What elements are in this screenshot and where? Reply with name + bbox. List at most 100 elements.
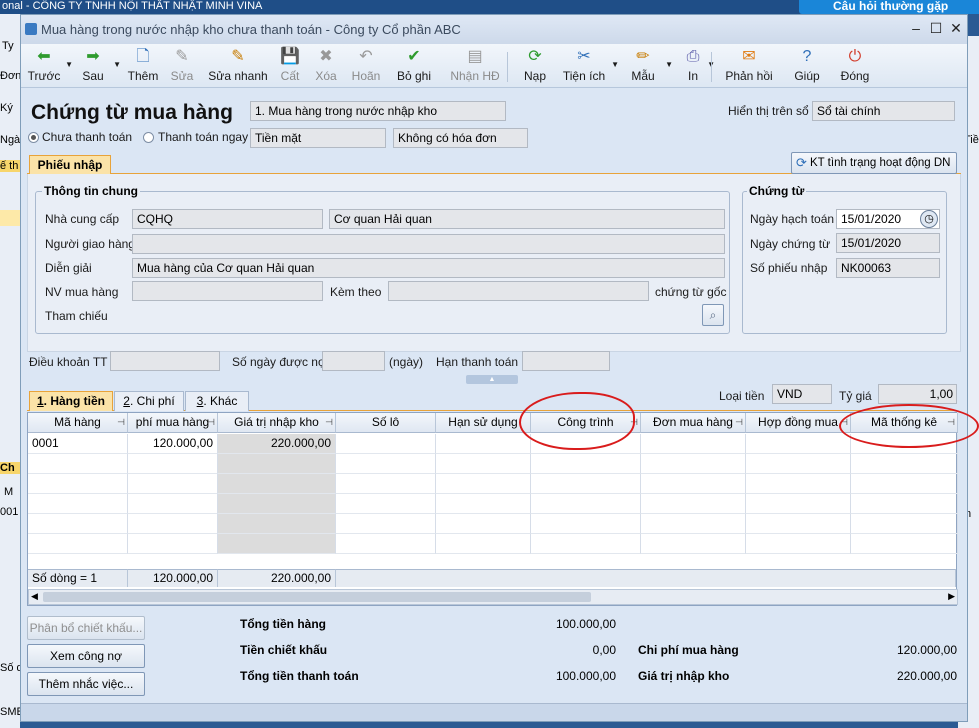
grid-cell[interactable] xyxy=(336,514,436,534)
grid-cell[interactable] xyxy=(641,434,746,454)
grid-header-6[interactable]: Đơn mua hàng ⊣ xyxy=(641,413,746,433)
pin-icon[interactable]: ⊣ xyxy=(735,413,743,432)
voucher-date-field[interactable]: 15/01/2020 xyxy=(836,233,940,253)
grid-horizontal-scrollbar[interactable]: ◀ ▶ xyxy=(28,589,958,605)
grid-cell[interactable] xyxy=(28,474,128,494)
grid-cell[interactable] xyxy=(746,514,851,534)
grid-header-7[interactable]: Hợp đồng mua ⊣ xyxy=(746,413,851,433)
grid-cell[interactable] xyxy=(851,534,958,554)
grid-cell[interactable] xyxy=(851,474,958,494)
grid-header-4[interactable]: Hạn sử dụng xyxy=(436,413,531,433)
grid-cell[interactable] xyxy=(531,514,641,534)
grid-cell[interactable] xyxy=(336,454,436,474)
check-business-status-button[interactable]: ⟳ KT tình trạng hoạt động DN xyxy=(791,152,957,174)
grid-cell[interactable] xyxy=(128,474,218,494)
grid-cell[interactable] xyxy=(28,454,128,474)
toolbar-quick-edit-button[interactable]: ✎ Sửa nhanh xyxy=(205,46,271,86)
credit-days-field[interactable] xyxy=(322,351,385,371)
grid-header-0[interactable]: Mã hàng ⊣ xyxy=(28,413,128,433)
toolbar-delete-button[interactable]: ✖ Xóa xyxy=(310,46,342,86)
grid-cell[interactable] xyxy=(218,474,336,494)
grid-cell[interactable] xyxy=(436,514,531,534)
toolbar-receive-invoice-button[interactable]: ▤ Nhận HĐ xyxy=(446,46,504,86)
toolbar-unpost-button[interactable]: ✔ Bỏ ghi xyxy=(391,46,437,86)
toolbar-arrow-left-button[interactable]: ⬅ Trước ▼ xyxy=(23,46,73,86)
grid-cell[interactable] xyxy=(851,494,958,514)
close-icon[interactable]: ✕ xyxy=(947,21,965,37)
grid-cell[interactable] xyxy=(128,534,218,554)
toolbar-close-power-button[interactable]: ⏻ Đóng xyxy=(833,46,877,86)
grid-cell[interactable] xyxy=(28,514,128,534)
grid-cell[interactable] xyxy=(641,454,746,474)
grid-cell[interactable] xyxy=(851,454,958,474)
collapse-toggle[interactable]: ▲ xyxy=(466,375,518,384)
pin-icon[interactable]: ⊣ xyxy=(117,413,125,432)
grid-cell[interactable]: 0001 xyxy=(28,434,128,454)
dropdown-arrow-icon[interactable]: ▼ xyxy=(665,60,673,69)
grid-cell[interactable] xyxy=(28,494,128,514)
grid-cell[interactable] xyxy=(436,474,531,494)
grid-header-1[interactable]: phí mua hàng ⊣ xyxy=(128,413,218,433)
show-in-book-select[interactable]: Sổ tài chính xyxy=(812,101,955,121)
grid-cell[interactable] xyxy=(128,454,218,474)
deliverer-field[interactable] xyxy=(132,234,725,254)
add-reminder-button[interactable]: Thêm nhắc việc... xyxy=(27,672,145,696)
tab-khac[interactable]: 3. Khác xyxy=(185,391,249,411)
pin-icon[interactable]: ⊣ xyxy=(325,413,333,432)
pay-now-radio[interactable] xyxy=(143,132,154,143)
grid-cell[interactable] xyxy=(746,534,851,554)
pin-icon[interactable]: ⊣ xyxy=(947,413,955,432)
grid-cell[interactable] xyxy=(436,494,531,514)
toolbar-utilities-button[interactable]: ✂ Tiện ích ▼ xyxy=(557,46,619,86)
toolbar-arrow-right-button[interactable]: ➡ Sau ▼ xyxy=(73,46,121,86)
grid-header-5[interactable]: Công trình ⊣ xyxy=(531,413,641,433)
tab-hang-tien[interactable]: 1. Hàng tiền xyxy=(29,391,113,411)
grid-cell[interactable] xyxy=(641,534,746,554)
toolbar-help-button[interactable]: ? Giúp xyxy=(789,46,825,86)
toolbar-template-button[interactable]: ✏ Mẫu ▼ xyxy=(621,46,673,86)
toolbar-edit-document-button[interactable]: ✎ Sửa xyxy=(166,46,198,86)
purchase-type-select[interactable]: 1. Mua hàng trong nước nhập kho xyxy=(250,101,506,121)
grid-cell[interactable] xyxy=(641,494,746,514)
maximize-icon[interactable]: ☐ xyxy=(927,21,945,37)
grid-cell[interactable] xyxy=(746,474,851,494)
grid-cell[interactable] xyxy=(641,474,746,494)
grid-cell[interactable] xyxy=(436,454,531,474)
grid-header-8[interactable]: Mã thống kê ⊣ xyxy=(851,413,958,433)
grid-cell[interactable] xyxy=(746,434,851,454)
invoice-status-select[interactable]: Không có hóa đơn xyxy=(393,128,528,148)
pin-icon[interactable]: ⊣ xyxy=(840,413,848,432)
scroll-right-icon[interactable]: ▶ xyxy=(948,591,955,602)
toolbar-print-button[interactable]: ⎙In▼ xyxy=(679,46,715,86)
reference-search-button[interactable]: ⌕ xyxy=(702,304,724,326)
view-debt-button[interactable]: Xem công nợ xyxy=(27,644,145,668)
scroll-left-icon[interactable]: ◀ xyxy=(31,591,38,602)
supplier-name-field[interactable]: Cơ quan Hải quan xyxy=(329,209,725,229)
dropdown-arrow-icon[interactable]: ▼ xyxy=(611,60,619,69)
scrollbar-thumb[interactable] xyxy=(43,592,591,602)
toolbar-add-document-button[interactable]: 🗋 Thêm xyxy=(123,46,163,86)
grid-cell[interactable] xyxy=(336,474,436,494)
allocate-discount-button[interactable]: Phân bổ chiết khấu... xyxy=(27,616,145,640)
grid-cell[interactable] xyxy=(336,494,436,514)
grid-cell[interactable]: 120.000,00 xyxy=(128,434,218,454)
grid-cell[interactable] xyxy=(28,534,128,554)
grid-cell[interactable] xyxy=(851,434,958,454)
dropdown-arrow-icon[interactable]: ▼ xyxy=(113,60,121,69)
grid-cell[interactable] xyxy=(531,474,641,494)
grid-cell[interactable] xyxy=(746,454,851,474)
payment-method-select[interactable]: Tiền mặt xyxy=(250,128,386,148)
toolbar-undo-button[interactable]: ↶ Hoãn xyxy=(346,46,386,86)
tab-phieu-nhap[interactable]: Phiếu nhập xyxy=(29,155,111,175)
buyer-field[interactable] xyxy=(132,281,323,301)
grid-cell[interactable] xyxy=(218,494,336,514)
grid-cell[interactable] xyxy=(531,534,641,554)
toolbar-reload-button[interactable]: ⟳ Nạp xyxy=(518,46,552,86)
due-date-field[interactable] xyxy=(522,351,610,371)
tab-chi-phi[interactable]: 2. Chi phí xyxy=(114,391,184,411)
dropdown-arrow-icon[interactable]: ▼ xyxy=(65,60,73,69)
grid-cell[interactable] xyxy=(436,534,531,554)
grid-cell[interactable]: 220.000,00 xyxy=(218,434,336,454)
grid-cell[interactable] xyxy=(746,494,851,514)
grid-cell[interactable] xyxy=(531,494,641,514)
